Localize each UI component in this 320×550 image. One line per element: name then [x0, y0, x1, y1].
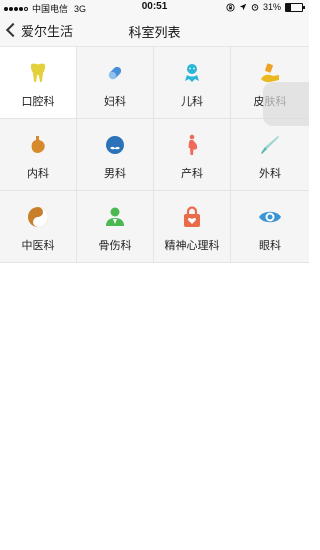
location-arrow-icon [239, 3, 247, 11]
department-item[interactable]: 外科 [231, 119, 309, 190]
department-item[interactable]: 妇科 [77, 47, 154, 118]
department-label: 骨伤科 [98, 240, 132, 252]
department-label: 眼科 [259, 240, 281, 252]
eye-icon [258, 205, 282, 229]
back-button[interactable]: 爱尔生活 [4, 20, 73, 40]
department-label: 中医科 [21, 240, 55, 252]
rotation-lock-icon [226, 2, 235, 12]
stomach-icon [26, 133, 50, 157]
department-item[interactable]: 儿科 [154, 47, 231, 118]
department-item[interactable]: 骨伤科 [77, 191, 154, 262]
battery-level [286, 3, 291, 11]
department-item[interactable]: 精神心理科 [154, 191, 231, 262]
department-item[interactable]: 口腔科 [0, 47, 77, 118]
doctor-icon [103, 205, 127, 229]
chevron-left-icon [5, 22, 21, 38]
assistive-touch-button[interactable] [263, 82, 309, 126]
capsule-icon [103, 61, 127, 85]
department-item[interactable]: 产科 [154, 119, 231, 190]
department-label: 口腔科 [21, 96, 55, 108]
battery-percent: 31% [262, 2, 281, 12]
pregnant-icon [180, 133, 204, 157]
navigation-bar: 爱尔生活 科室列表 [0, 14, 309, 47]
heart-lock-icon [180, 205, 204, 229]
department-item[interactable]: 男科 [77, 119, 154, 190]
department-label: 内科 [27, 168, 49, 180]
yin-yang-icon [26, 205, 50, 229]
back-label: 爱尔生活 [21, 23, 74, 39]
battery-icon [285, 2, 305, 12]
tooth-icon [26, 61, 50, 85]
status-right: 31% [226, 2, 305, 12]
department-label: 男科 [104, 168, 126, 180]
department-item[interactable]: 中医科 [0, 191, 77, 262]
department-item[interactable]: 眼科 [231, 191, 309, 262]
baby-icon [180, 61, 204, 85]
department-item[interactable]: 内科 [0, 119, 77, 190]
department-label: 外科 [259, 168, 281, 180]
male-face-icon [103, 133, 127, 157]
alarm-icon [251, 4, 259, 11]
scalpel-icon [258, 133, 282, 157]
department-grid: 口腔科妇科儿科皮肤科内科男科产科外科中医科骨伤科精神心理科眼科 [0, 47, 309, 263]
department-label: 产科 [181, 168, 203, 180]
department-label: 妇科 [104, 96, 126, 108]
department-label: 儿科 [181, 96, 203, 108]
status-bar: 中国电信 3G 00:51 31% [0, 0, 309, 14]
department-label: 精神心理科 [164, 240, 220, 252]
